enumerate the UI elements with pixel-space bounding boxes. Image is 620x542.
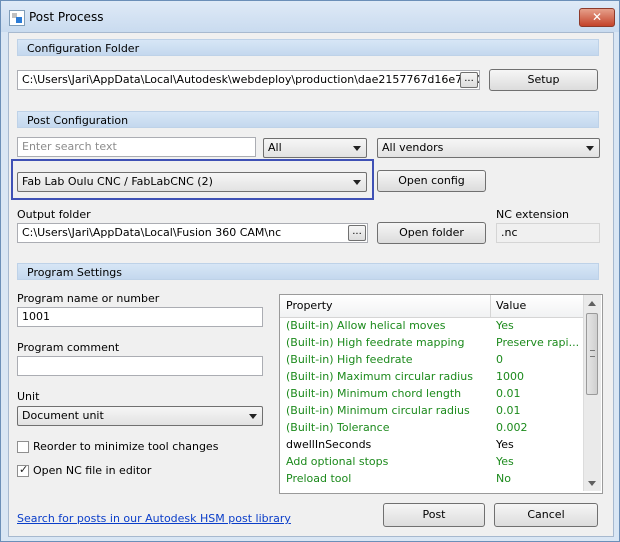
- reorder-checkbox[interactable]: [17, 441, 29, 453]
- program-comment-input[interactable]: [17, 356, 263, 376]
- unit-label: Unit: [17, 390, 40, 403]
- property-row[interactable]: (Built-in) Maximum circular radius 1000: [280, 369, 583, 386]
- property-name: (Built-in) High feedrate mapping: [286, 336, 465, 349]
- property-value[interactable]: 1000: [496, 370, 580, 383]
- unit-select[interactable]: Document unit: [17, 406, 263, 426]
- program-name-label: Program name or number: [17, 292, 160, 305]
- open-folder-button[interactable]: Open folder: [377, 222, 486, 244]
- nc-extension-label: NC extension: [496, 208, 570, 221]
- property-table[interactable]: Property Value (Built-in) Allow helical …: [279, 294, 603, 494]
- title-bar[interactable]: Post Process ✕: [1, 1, 619, 32]
- config-folder-browse-button[interactable]: ...: [460, 72, 478, 88]
- vendor-value: All vendors: [382, 141, 444, 154]
- property-row[interactable]: (Built-in) High feedrate mapping Preserve…: [280, 335, 583, 352]
- property-value[interactable]: Preserve rapi...: [496, 336, 580, 349]
- property-name: (Built-in) Allow helical moves: [286, 319, 446, 332]
- property-name: dwellInSeconds: [286, 438, 372, 451]
- property-row[interactable]: (Built-in) Tolerance 0.002: [280, 420, 583, 437]
- property-scrollbar[interactable]: [583, 295, 601, 491]
- property-value[interactable]: Yes: [496, 455, 580, 468]
- property-row[interactable]: (Built-in) Minimum chord length 0.01: [280, 386, 583, 403]
- property-name: (Built-in) High feedrate: [286, 353, 413, 366]
- window-title: Post Process: [29, 10, 104, 24]
- app-icon: [9, 10, 25, 26]
- setup-button[interactable]: Setup: [489, 69, 598, 91]
- property-value[interactable]: 0: [496, 353, 580, 366]
- output-folder-field[interactable]: C:\Users\Jari\AppData\Local\Fusion 360 C…: [17, 223, 368, 243]
- post-library-link[interactable]: Search for posts in our Autodesk HSM pos…: [17, 512, 291, 525]
- reorder-label[interactable]: Reorder to minimize tool changes: [33, 440, 218, 453]
- chevron-down-icon: [249, 414, 257, 419]
- property-value[interactable]: 0.01: [496, 404, 580, 417]
- property-rows: (Built-in) Allow helical moves Yes (Built-…: [280, 318, 583, 488]
- property-row[interactable]: Add optional stops Yes: [280, 454, 583, 471]
- column-divider[interactable]: [490, 295, 491, 317]
- output-folder-label: Output folder: [17, 208, 91, 221]
- open-config-button[interactable]: Open config: [377, 170, 486, 192]
- property-value[interactable]: No: [496, 472, 580, 485]
- chevron-down-icon: [353, 146, 361, 151]
- search-placeholder: Enter search text: [22, 140, 117, 153]
- selected-post-value: Fab Lab Oulu CNC / FabLabCNC (2): [22, 175, 213, 188]
- nc-extension-field: .nc: [496, 223, 600, 243]
- property-value[interactable]: 0.01: [496, 387, 580, 400]
- vendor-select[interactable]: All vendors: [377, 138, 600, 158]
- program-name-input[interactable]: 1001: [17, 307, 263, 327]
- program-comment-label: Program comment: [17, 341, 120, 354]
- property-value[interactable]: 0.002: [496, 421, 580, 434]
- property-name: (Built-in) Tolerance: [286, 421, 390, 434]
- property-value[interactable]: Yes: [496, 438, 580, 451]
- property-row[interactable]: (Built-in) Minimum circular radius 0.01: [280, 403, 583, 420]
- property-row[interactable]: (Built-in) Allow helical moves Yes: [280, 318, 583, 335]
- property-name: (Built-in) Maximum circular radius: [286, 370, 473, 383]
- property-table-header: Property Value: [280, 295, 583, 318]
- property-column-header[interactable]: Property: [286, 299, 333, 312]
- search-input[interactable]: Enter search text: [17, 137, 256, 157]
- property-name: (Built-in) Minimum chord length: [286, 387, 462, 400]
- close-button[interactable]: ✕: [579, 8, 615, 27]
- filter-all-value: All: [268, 141, 282, 154]
- property-name: (Built-in) Minimum circular radius: [286, 404, 470, 417]
- scroll-up-icon[interactable]: [588, 301, 596, 306]
- chevron-down-icon: [586, 146, 594, 151]
- property-row[interactable]: dwellInSeconds Yes: [280, 437, 583, 454]
- program-name-value: 1001: [22, 310, 50, 323]
- unit-value: Document unit: [22, 409, 104, 422]
- property-value[interactable]: Yes: [496, 319, 580, 332]
- post-config-select[interactable]: Fab Lab Oulu CNC / FabLabCNC (2): [17, 172, 367, 192]
- filter-all-select[interactable]: All: [263, 138, 367, 158]
- section-post-configuration: Post Configuration: [17, 111, 599, 128]
- output-folder-path: C:\Users\Jari\AppData\Local\Fusion 360 C…: [22, 226, 282, 239]
- post-process-window: Post Process ✕ Configuration Folder C:\U…: [0, 0, 620, 542]
- scroll-down-icon[interactable]: [588, 481, 596, 486]
- config-folder-field[interactable]: C:\Users\Jari\AppData\Local\Autodesk\web…: [17, 70, 480, 90]
- open-nc-label[interactable]: Open NC file in editor: [33, 464, 151, 477]
- section-configuration-folder: Configuration Folder: [17, 39, 599, 56]
- scroll-thumb[interactable]: [586, 313, 598, 395]
- open-nc-checkbox[interactable]: [17, 463, 29, 477]
- property-name: Preload tool: [286, 472, 352, 485]
- post-button[interactable]: Post: [383, 503, 485, 527]
- section-program-settings: Program Settings: [17, 263, 599, 280]
- chevron-down-icon: [353, 180, 361, 185]
- property-row[interactable]: Preload tool No: [280, 471, 583, 488]
- dialog-body: Configuration Folder C:\Users\Jari\AppDa…: [8, 32, 614, 537]
- nc-extension-value: .nc: [501, 226, 518, 239]
- property-name: Add optional stops: [286, 455, 389, 468]
- cancel-button[interactable]: Cancel: [494, 503, 598, 527]
- config-folder-path: C:\Users\Jari\AppData\Local\Autodesk\web…: [22, 73, 480, 86]
- property-row[interactable]: (Built-in) High feedrate 0: [280, 352, 583, 369]
- output-folder-browse-button[interactable]: ...: [348, 225, 366, 241]
- value-column-header[interactable]: Value: [496, 299, 526, 312]
